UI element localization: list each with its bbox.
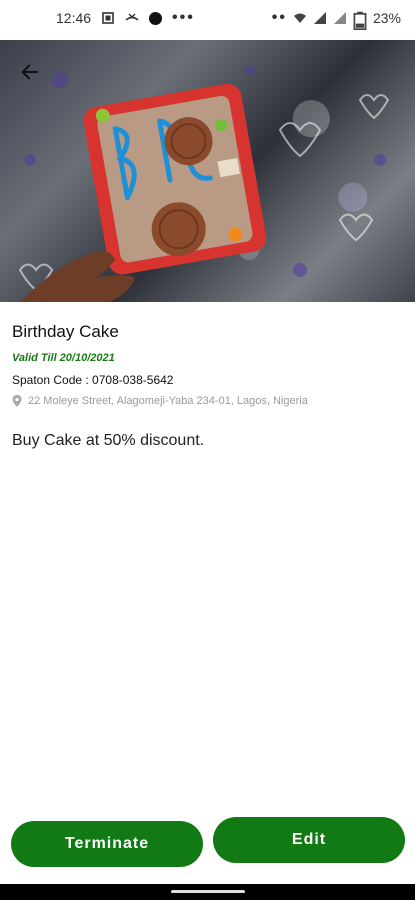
battery-icon xyxy=(353,11,367,31)
status-dots-icon: •• xyxy=(271,9,287,26)
status-time: 12:46 xyxy=(56,10,92,26)
back-button[interactable] xyxy=(14,58,46,86)
valid-till-text: Valid Till 20/10/2021 xyxy=(12,352,115,364)
more-notifications-icon: ••• xyxy=(172,9,195,26)
arrow-left-icon xyxy=(21,64,39,80)
offer-title: Birthday Cake xyxy=(12,322,119,341)
wifi-icon xyxy=(293,11,307,25)
spaton-code-text: Spaton Code : 0708-038-5642 xyxy=(12,373,174,387)
record-dot-icon xyxy=(149,11,163,25)
edit-button[interactable]: Edit xyxy=(213,817,405,863)
battery-percent: 23% xyxy=(372,10,401,26)
signal-icon xyxy=(313,11,327,25)
location-pin-icon xyxy=(12,395,22,407)
offer-details: Birthday Cake Valid Till 20/10/2021 Spat… xyxy=(12,302,403,450)
address-row: 22 Moleye Street, Alagomeji-Yaba 234-01,… xyxy=(12,395,403,407)
offer-detail-screen: 12:46 ••• •• 23% Birthday Cake Valid Til… xyxy=(0,0,415,900)
signal-icon-2 xyxy=(333,11,347,25)
navigation-bar xyxy=(0,884,415,900)
cake-photo xyxy=(18,65,390,302)
notification-icon xyxy=(101,11,115,25)
missed-call-icon xyxy=(125,11,139,25)
offer-description: Buy Cake at 50% discount. xyxy=(12,432,205,449)
terminate-button[interactable]: Terminate xyxy=(11,821,203,867)
home-gesture-handle[interactable] xyxy=(171,890,245,893)
status-left: 12:46 ••• xyxy=(56,9,195,27)
address-text: 22 Moleye Street, Alagomeji-Yaba 234-01,… xyxy=(28,395,308,407)
status-bar: 12:46 ••• •• 23% xyxy=(0,0,415,40)
status-right: •• 23% xyxy=(271,9,401,31)
offer-image xyxy=(0,40,415,302)
